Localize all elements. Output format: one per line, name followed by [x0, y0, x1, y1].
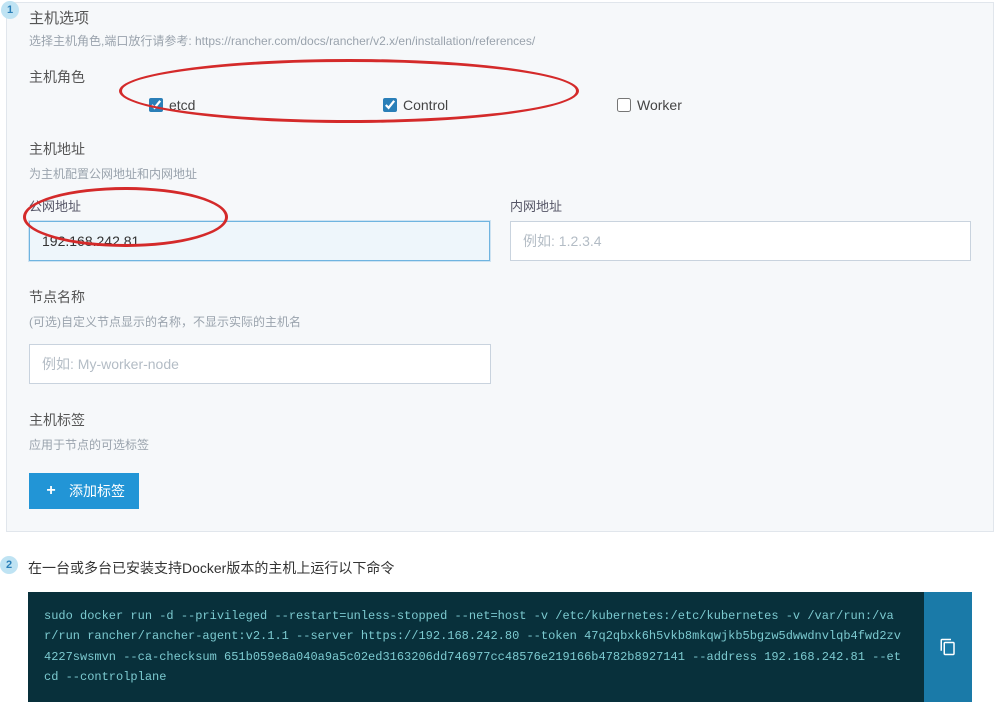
- role-etcd-checkbox[interactable]: [149, 98, 163, 112]
- private-address-input[interactable]: [510, 221, 971, 261]
- command-codeblock[interactable]: sudo docker run -d --privileged --restar…: [28, 592, 924, 702]
- role-control[interactable]: Control: [383, 97, 617, 113]
- host-options-title: 主机选项: [29, 3, 971, 28]
- private-address-col: 内网地址: [510, 196, 971, 261]
- node-name-title: 节点名称: [29, 287, 971, 307]
- add-label-button[interactable]: + 添加标签: [29, 473, 139, 509]
- public-address-col: 公网地址: [29, 196, 490, 261]
- node-name-input[interactable]: [29, 344, 491, 384]
- role-worker-checkbox[interactable]: [617, 98, 631, 112]
- host-address-hint: 为主机配置公网地址和内网地址: [29, 165, 971, 182]
- step-badge-1: 1: [1, 1, 19, 19]
- public-address-label: 公网地址: [29, 196, 490, 215]
- host-address-title: 主机地址: [29, 139, 971, 159]
- role-worker[interactable]: Worker: [617, 97, 851, 113]
- copy-button[interactable]: [924, 592, 972, 702]
- role-etcd[interactable]: etcd: [149, 97, 383, 113]
- host-labels-title: 主机标签: [29, 410, 971, 430]
- codeblock-wrap: sudo docker run -d --privileged --restar…: [28, 592, 972, 702]
- command-panel: 2 在一台或多台已安装支持Docker版本的主机上运行以下命令 sudo doc…: [6, 546, 994, 724]
- add-label-button-text: 添加标签: [69, 481, 125, 501]
- host-role-section: 主机选项 选择主机角色,端口放行请参考: https://rancher.com…: [29, 3, 971, 113]
- step-badge-2: 2: [0, 556, 18, 574]
- host-options-hint: 选择主机角色,端口放行请参考: https://rancher.com/docs…: [29, 32, 971, 49]
- host-role-label: 主机角色: [29, 67, 971, 87]
- role-control-checkbox[interactable]: [383, 98, 397, 112]
- node-name-section: 节点名称 (可选)自定义节点显示的名称，不显示实际的主机名: [29, 287, 971, 384]
- command-title: 在一台或多台已安装支持Docker版本的主机上运行以下命令: [28, 558, 972, 578]
- public-address-input[interactable]: [29, 221, 490, 261]
- host-address-section: 主机地址 为主机配置公网地址和内网地址 公网地址 内网地址: [29, 139, 971, 261]
- host-labels-hint: 应用于节点的可选标签: [29, 436, 971, 453]
- role-etcd-label: etcd: [169, 97, 195, 113]
- role-control-label: Control: [403, 97, 448, 113]
- plus-icon: +: [43, 483, 59, 499]
- clipboard-icon: [939, 638, 957, 656]
- private-address-label: 内网地址: [510, 196, 971, 215]
- address-row: 公网地址 内网地址: [29, 196, 971, 261]
- node-name-hint: (可选)自定义节点显示的名称，不显示实际的主机名: [29, 313, 971, 330]
- role-worker-label: Worker: [637, 97, 682, 113]
- roles-row: etcd Control Worker: [29, 97, 971, 113]
- host-labels-section: 主机标签 应用于节点的可选标签 + 添加标签: [29, 410, 971, 509]
- host-options-panel: 1 主机选项 选择主机角色,端口放行请参考: https://rancher.c…: [6, 2, 994, 532]
